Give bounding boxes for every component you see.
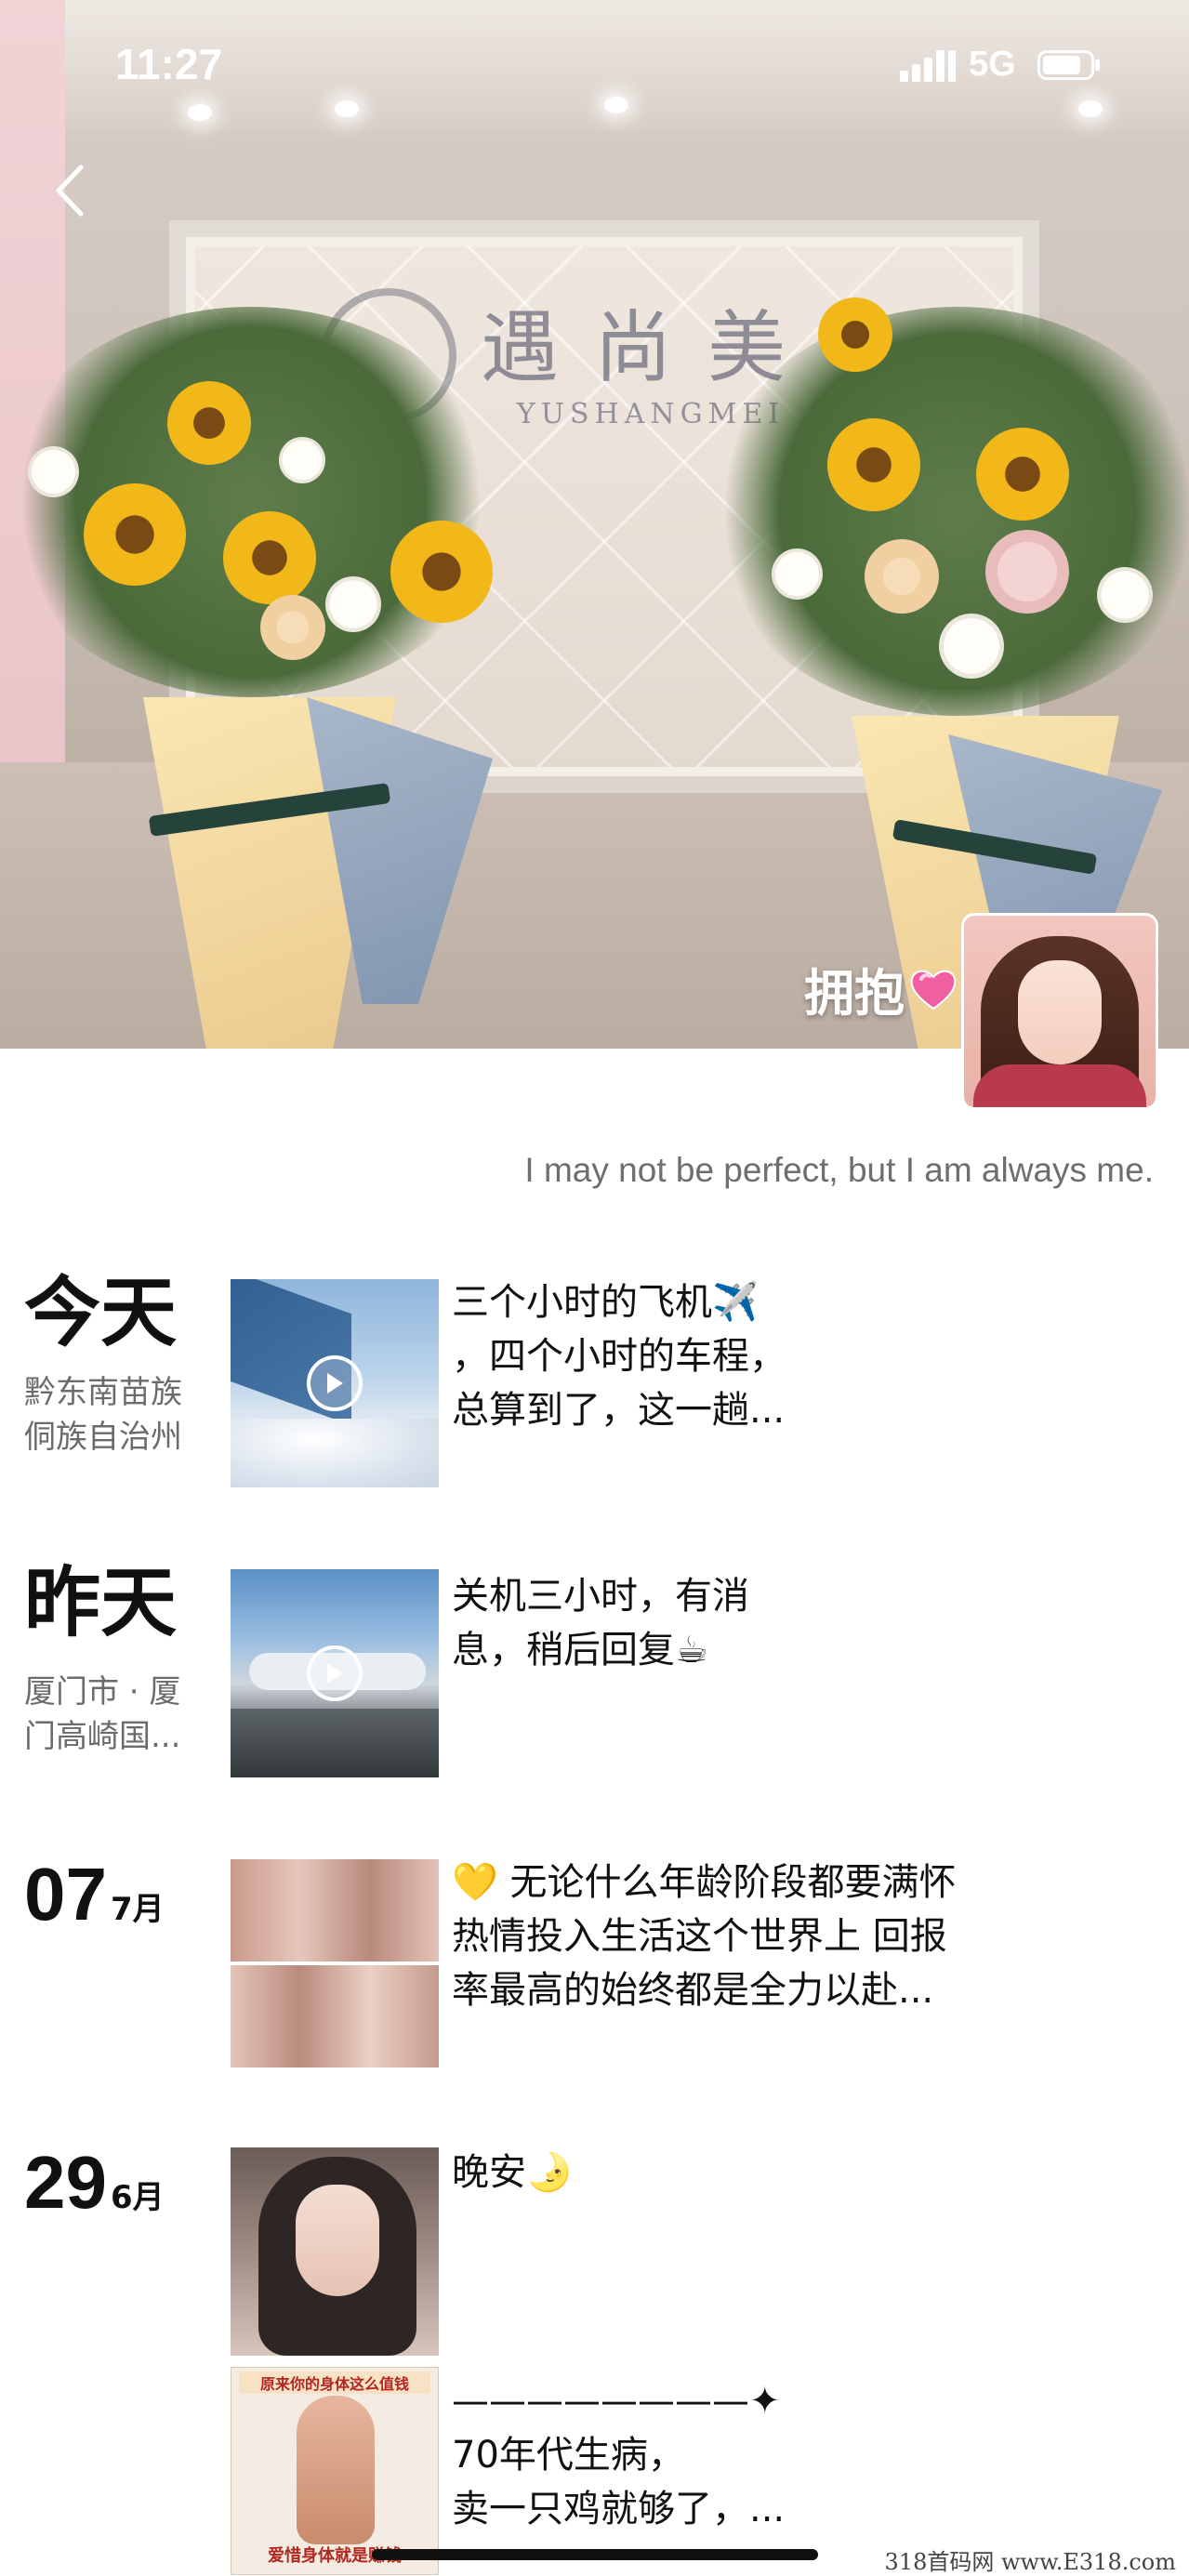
- profile-signature: I may not be perfect, but I am always me…: [524, 1151, 1154, 1189]
- avatar-face: [1018, 960, 1102, 1064]
- moment-day: 昨天: [24, 1559, 178, 1647]
- moment-day: 今天: [24, 1269, 178, 1357]
- pink-flower: [985, 530, 1069, 614]
- moment-text-line: ————————✦: [452, 2380, 781, 2423]
- moment-item[interactable]: 今天 黔东南苗族侗族自治州 三个小时的飞机✈️ ，四个小时的车程， 总算到了，这…: [0, 1275, 1189, 1499]
- home-indicator[interactable]: [372, 2549, 818, 2560]
- moment-text: ————————✦ 70年代生病， 卖一只鸡就够了，...: [452, 2374, 1065, 2536]
- thumb-title: 原来你的身体这么值钱: [239, 2371, 430, 2394]
- group-photo-top: [231, 1859, 439, 1963]
- moment-thumbnail[interactable]: [231, 2147, 439, 2356]
- profile-name[interactable]: 拥抱: [804, 952, 958, 1025]
- left-bouquet: [0, 307, 521, 1049]
- moment-date-month: 6月: [110, 2179, 165, 2216]
- rose: [260, 595, 325, 660]
- white-flower: [28, 446, 79, 497]
- moment-date-day: 29: [24, 2141, 107, 2224]
- moment-text-line: 总算到了，这一趟...: [452, 1389, 786, 1432]
- moment-thumbnail[interactable]: [231, 1859, 439, 2067]
- white-flower: [325, 576, 381, 632]
- moment-text-line: 晚安🌛: [452, 2151, 573, 2194]
- sunflower: [167, 381, 251, 465]
- moment-text-line: 70年代生病，: [452, 2434, 685, 2477]
- moment-text-line: 息，稍后回复☕: [452, 1629, 708, 1671]
- body-diagram: [297, 2396, 375, 2544]
- airport-window: [231, 1709, 439, 1777]
- moment-text: 关机三小时，有消 息，稍后回复☕: [452, 1569, 1065, 1677]
- heart-icon: [910, 970, 957, 1010]
- watermark: 318首码网 www.E318.com: [884, 2549, 1176, 2575]
- avatar[interactable]: [961, 913, 1158, 1110]
- battery-icon: [1037, 50, 1100, 80]
- back-button[interactable]: [37, 158, 102, 223]
- moment-text-line: ，四个小时的车程，: [452, 1335, 786, 1378]
- moment-text-line: 热情投入生活这个世界上 回报: [452, 1915, 947, 1958]
- sunflower: [84, 483, 186, 586]
- portrait-face: [296, 2185, 379, 2296]
- status-bar: 11:27 5G: [0, 0, 1189, 130]
- moment-date: 29 6月: [24, 2146, 165, 2220]
- moment-text: 晚安🌛: [452, 2146, 1065, 2200]
- moment-item[interactable]: 07 7月 💛 无论什么年龄阶段都要满怀 热情投入生活这个世界上 回报 率最高的始…: [0, 1856, 1189, 2079]
- signal-icon: [900, 50, 956, 82]
- white-flower: [1097, 567, 1153, 623]
- moment-item[interactable]: 29 6月 晚安🌛: [0, 2144, 1189, 2367]
- white-flower: [939, 614, 1004, 679]
- white-flower: [772, 548, 823, 600]
- play-icon: [327, 1373, 343, 1394]
- chevron-left-icon: [56, 165, 84, 217]
- moment-thumbnail[interactable]: [231, 1279, 439, 1487]
- foliage: [0, 307, 502, 697]
- moment-text-line: 关机三小时，有消: [452, 1575, 749, 1618]
- white-flower: [279, 437, 325, 483]
- avatar-shirt: [973, 1064, 1146, 1107]
- play-button[interactable]: [307, 1355, 363, 1411]
- group-photo-bottom: [231, 1963, 439, 2067]
- cover-photo[interactable]: 遇尚美 YUSHANGMEI: [0, 0, 1189, 1049]
- play-button[interactable]: [307, 1645, 363, 1701]
- sunflower: [390, 521, 493, 623]
- moment-text: 三个小时的飞机✈️ ，四个小时的车程， 总算到了，这一趟...: [452, 1275, 1065, 1437]
- profile-name-text: 拥抱: [804, 964, 905, 1023]
- status-time: 11:27: [115, 40, 223, 88]
- rose: [865, 539, 939, 614]
- sunflower: [223, 511, 316, 604]
- sunflower: [818, 297, 892, 372]
- network-label: 5G: [969, 45, 1016, 84]
- clouds: [231, 1419, 439, 1487]
- moment-text-line: 三个小时的飞机✈️: [452, 1281, 759, 1324]
- photo-divider: [231, 1962, 439, 1965]
- moment-date: 07 7月: [24, 1857, 165, 1932]
- moment-location: 黔东南苗族侗族自治州: [24, 1374, 182, 1457]
- sunflower: [827, 418, 920, 511]
- moment-thumbnail[interactable]: 原来你的身体这么值钱 爱惜身体就是赚钱: [231, 2367, 439, 2575]
- moment-text: 💛 无论什么年龄阶段都要满怀 热情投入生活这个世界上 回报 率最高的始终都是全力…: [452, 1856, 1065, 2017]
- moment-thumbnail[interactable]: [231, 1569, 439, 1777]
- sunflower: [976, 428, 1069, 521]
- moment-location: 厦门市 · 厦门高崎国...: [24, 1673, 181, 1756]
- moment-text-line: 卖一只鸡就够了，...: [452, 2488, 786, 2530]
- play-icon: [327, 1663, 343, 1684]
- moment-text-line: 率最高的始终都是全力以赴...: [452, 1969, 934, 2012]
- moment-date-day: 07: [24, 1853, 107, 1935]
- moment-text-line: 💛 无论什么年龄阶段都要满怀: [452, 1861, 957, 1904]
- moment-date-month: 7月: [110, 1891, 165, 1928]
- moment-item[interactable]: 昨天 厦门市 · 厦门高崎国... 关机三小时，有消 息，稍后回复☕: [0, 1565, 1189, 1789]
